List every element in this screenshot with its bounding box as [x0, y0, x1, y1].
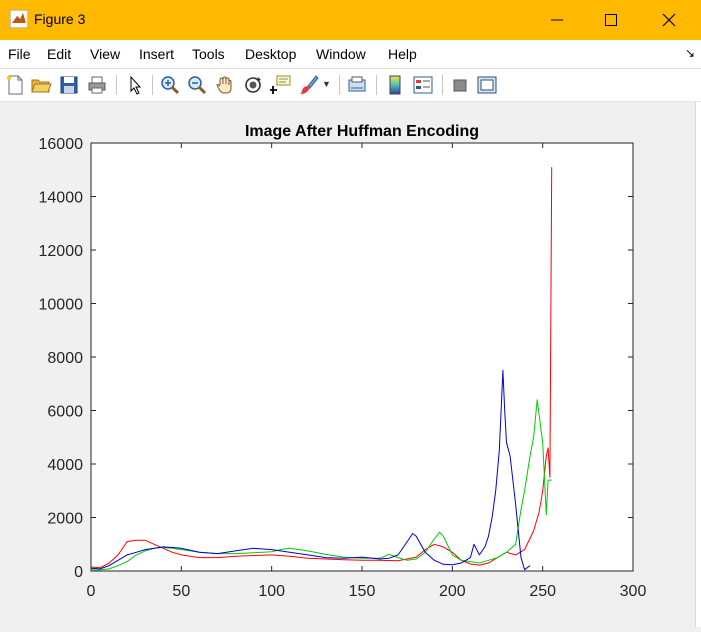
maximize-icon: [605, 14, 617, 26]
menu-insert[interactable]: Insert: [139, 46, 174, 62]
y-tick-label: 2000: [47, 511, 83, 528]
matlab-app-icon: [10, 10, 28, 28]
y-tick-label: 8000: [47, 350, 83, 367]
zoom-in-icon[interactable]: [159, 74, 181, 96]
window-right-border: [695, 102, 701, 627]
brush-icon[interactable]: [298, 74, 320, 96]
y-tick-label: 14000: [39, 190, 84, 207]
title-bar: Figure 3: [0, 0, 701, 40]
legend-icon[interactable]: [412, 74, 434, 96]
y-tick-label: 6000: [47, 404, 83, 421]
y-tick-label: 12000: [39, 243, 84, 260]
chart-title: Image After Huffman Encoding: [245, 123, 479, 140]
y-tick-label: 16000: [39, 136, 84, 153]
figure-canvas: Image After Huffman Encoding 0 50 100 150 20…: [0, 102, 696, 627]
x-tick-label: 0: [87, 583, 96, 600]
menu-desktop[interactable]: Desktop: [245, 46, 296, 62]
print-icon[interactable]: [86, 74, 108, 96]
brush-dropdown-icon[interactable]: ▼: [322, 79, 334, 101]
menu-help[interactable]: Help: [388, 46, 417, 62]
x-tick-label: 250: [529, 583, 556, 600]
menu-view[interactable]: View: [90, 46, 120, 62]
x-tick-label: 100: [258, 583, 285, 600]
menu-window[interactable]: Window: [316, 46, 366, 62]
close-button[interactable]: [640, 0, 698, 40]
window-title: Figure 3: [34, 11, 86, 27]
link-plot-icon[interactable]: [346, 74, 368, 96]
x-tick-label: 150: [349, 583, 376, 600]
dock-arrow-icon[interactable]: ↘: [685, 46, 695, 60]
maximize-button[interactable]: [582, 0, 640, 40]
menu-bar: File Edit View Insert Tools Desktop Wind…: [0, 40, 701, 69]
minimize-icon: [551, 19, 563, 21]
x-tick-label: 50: [172, 583, 190, 600]
y-tick-label: 4000: [47, 457, 83, 474]
close-icon: [662, 13, 676, 27]
menu-tools[interactable]: Tools: [192, 46, 225, 62]
zoom-out-icon[interactable]: [186, 74, 208, 96]
x-tick-label: 200: [439, 583, 466, 600]
hide-plot-tools-icon[interactable]: [449, 74, 471, 96]
colorbar-icon[interactable]: [384, 74, 406, 96]
pan-hand-icon[interactable]: [214, 74, 236, 96]
menu-file[interactable]: File: [8, 46, 31, 62]
pointer-icon[interactable]: [124, 74, 146, 96]
menu-edit[interactable]: Edit: [47, 46, 71, 62]
histogram-chart: Image After Huffman Encoding 0 50 100 150 20…: [39, 123, 647, 600]
open-file-icon[interactable]: [30, 74, 52, 96]
new-figure-icon[interactable]: [4, 74, 26, 96]
rotate-3d-icon[interactable]: [242, 74, 264, 96]
save-icon[interactable]: [58, 74, 80, 96]
minimize-button[interactable]: [528, 0, 586, 40]
show-plot-tools-icon[interactable]: [476, 74, 498, 96]
data-cursor-icon[interactable]: [270, 74, 292, 96]
y-tick-label: 10000: [39, 297, 84, 314]
x-tick-label: 300: [620, 583, 647, 600]
figure-toolbar: ▼: [0, 69, 701, 102]
y-tick-label: 0: [74, 564, 83, 581]
